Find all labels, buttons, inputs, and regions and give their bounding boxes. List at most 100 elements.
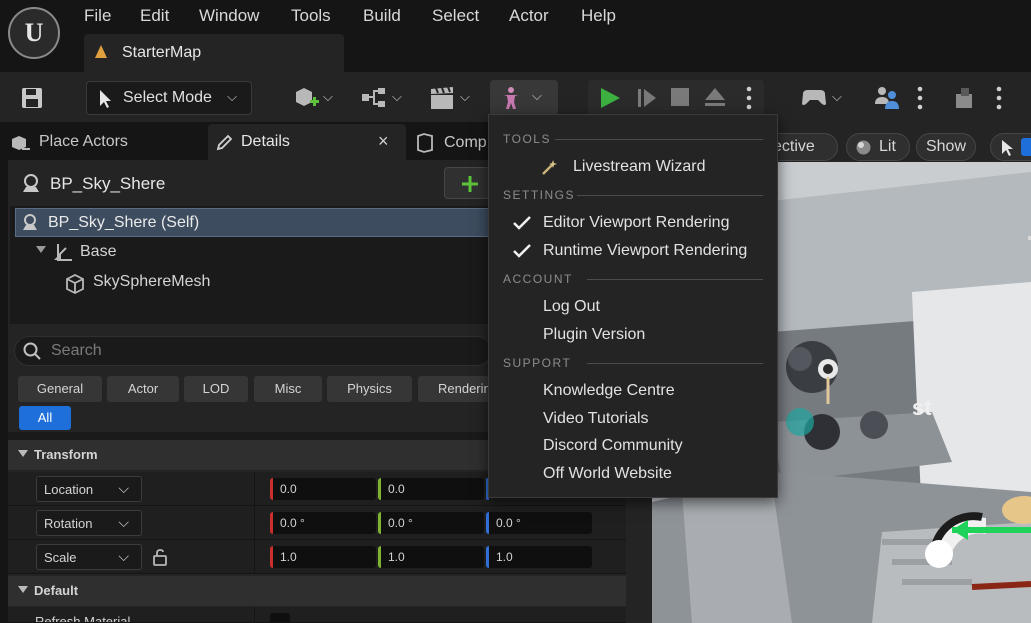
plus-icon: [462, 176, 478, 192]
menu-item-plugin-version[interactable]: Plugin Version: [493, 321, 775, 349]
stop-icon[interactable]: [670, 87, 690, 107]
tab-components[interactable]: Comp: [414, 126, 488, 160]
location-y-field[interactable]: 0.0: [378, 478, 484, 500]
tree-item-base[interactable]: Base: [36, 242, 336, 266]
filter-rendering-button[interactable]: Renderin: [418, 376, 490, 402]
menu-build[interactable]: Build: [363, 6, 401, 26]
add-component-button[interactable]: [444, 167, 490, 199]
rotation-x-field[interactable]: 0.0 °: [270, 512, 376, 534]
rotation-mode-dropdown[interactable]: Rotation ⌵: [36, 510, 142, 536]
view-mode-lit-button[interactable]: Lit: [846, 133, 910, 161]
transform-tools: [990, 133, 1031, 161]
menu-item-livestream-wizard[interactable]: Livestream Wizard: [493, 153, 775, 181]
menu-edit[interactable]: Edit: [140, 6, 169, 26]
source-control-icon[interactable]: [953, 86, 979, 110]
property-row-scale: Scale ⌵ 1.0 1.0 1.0: [8, 540, 626, 574]
platforms-icon[interactable]: [800, 86, 828, 108]
section-default[interactable]: Default: [8, 576, 626, 606]
section-default-label: Default: [34, 583, 79, 598]
menu-item-runtime-viewport-rendering[interactable]: Runtime Viewport Rendering: [493, 237, 775, 265]
section-rule: [587, 363, 763, 364]
menu-tools[interactable]: Tools: [291, 6, 331, 26]
unreal-logo-icon[interactable]: U: [8, 7, 60, 59]
play-icon[interactable]: [598, 86, 622, 110]
menu-select[interactable]: Select: [432, 6, 479, 26]
cursor-icon[interactable]: [999, 139, 1015, 157]
plugin-version-label: Plugin Version: [543, 326, 646, 343]
tools-section-header: TOOLS: [503, 132, 551, 146]
column-divider: [254, 540, 255, 574]
refresh-material-checkbox[interactable]: [270, 613, 290, 622]
filter-misc-button[interactable]: Misc: [254, 376, 322, 402]
menu-file[interactable]: File: [84, 6, 111, 26]
column-divider: [254, 506, 255, 540]
menu-item-off-world-website[interactable]: Off World Website: [493, 460, 775, 488]
rotation-y-field[interactable]: 0.0 °: [378, 512, 484, 534]
level-tab-label: StarterMap: [122, 44, 202, 61]
chevron-down-icon[interactable]: ⌵: [832, 89, 842, 105]
select-mode-label: Select Mode: [123, 89, 212, 106]
tree-item-label: SkySphereMesh: [93, 273, 211, 290]
blueprint-icon[interactable]: [360, 86, 388, 110]
details-search[interactable]: [14, 336, 492, 366]
menu-help[interactable]: Help: [581, 6, 616, 26]
scale-mode-dropdown[interactable]: Scale ⌵: [36, 544, 142, 570]
menu-item-video-tutorials[interactable]: Video Tutorials: [493, 405, 775, 433]
unlock-icon[interactable]: [151, 548, 169, 566]
show-flags-button[interactable]: Show: [916, 133, 976, 161]
location-label: Location: [44, 482, 94, 497]
tree-item-self[interactable]: BP_Sky_Shere (Self): [15, 208, 490, 237]
advance-frame-icon[interactable]: [636, 86, 658, 110]
scale-y-field[interactable]: 1.0: [378, 546, 484, 568]
filter-all-button[interactable]: All: [19, 406, 71, 430]
checkmark-icon: [513, 244, 531, 258]
tree-item-skyspheremesh[interactable]: SkySphereMesh: [64, 272, 364, 296]
menu-item-log-out[interactable]: Log Out: [493, 293, 775, 321]
tree-item-label: Base: [80, 243, 117, 260]
tab-details[interactable]: Details ×: [208, 124, 406, 160]
level-tab[interactable]: StarterMap: [84, 34, 344, 72]
filter-general-button[interactable]: General: [18, 376, 102, 402]
add-actor-icon[interactable]: [292, 84, 320, 112]
settings-section-header: SETTINGS: [503, 188, 576, 202]
chevron-down-icon[interactable]: ⌵: [460, 89, 470, 105]
livestream-dropdown-menu: TOOLS Livestream Wizard SETTINGS Editor …: [488, 114, 778, 498]
chevron-down-icon[interactable]: ⌵: [323, 89, 333, 105]
collapse-arrow-icon: [18, 450, 28, 457]
more-options-icon[interactable]: [745, 85, 753, 111]
location-mode-dropdown[interactable]: Location ⌵: [36, 476, 142, 502]
eject-icon[interactable]: [703, 86, 727, 108]
save-icon[interactable]: [20, 86, 44, 110]
chevron-down-icon[interactable]: ⌵: [392, 89, 402, 105]
scale-z-field[interactable]: 1.0: [486, 546, 592, 568]
more-options-icon[interactable]: [916, 85, 924, 111]
menu-item-editor-viewport-rendering[interactable]: Editor Viewport Rendering: [493, 209, 775, 237]
menu-item-discord-community[interactable]: Discord Community: [493, 432, 775, 460]
translate-mode-button[interactable]: [1021, 138, 1031, 156]
section-transform-label: Transform: [34, 447, 98, 462]
scale-x-field[interactable]: 1.0: [270, 546, 376, 568]
chevron-down-icon: ⌵: [227, 89, 237, 104]
select-mode-dropdown[interactable]: Select Mode ⌵: [86, 81, 252, 115]
menu-actor[interactable]: Actor: [509, 6, 549, 26]
filter-actor-button[interactable]: Actor: [107, 376, 179, 402]
cinematics-icon[interactable]: [428, 85, 456, 111]
mannequin-icon: [504, 87, 518, 109]
menu-window[interactable]: Window: [199, 6, 259, 26]
tab-place-actors[interactable]: Place Actors: [8, 126, 204, 160]
scene-sign-text: st: [912, 395, 932, 420]
location-x-field[interactable]: 0.0: [270, 478, 376, 500]
rotation-z-field[interactable]: 0.0 °: [486, 512, 592, 534]
search-input[interactable]: [51, 341, 471, 361]
components-icon: [417, 133, 433, 153]
discord-community-label: Discord Community: [543, 437, 683, 454]
livestream-plugin-button[interactable]: ⌵: [490, 80, 558, 116]
close-icon[interactable]: ×: [378, 131, 389, 152]
collapse-arrow-icon[interactable]: [36, 246, 46, 253]
section-rule: [577, 195, 763, 196]
filter-lod-button[interactable]: LOD: [184, 376, 248, 402]
more-options-icon[interactable]: [995, 85, 1003, 111]
multi-user-icon[interactable]: [873, 84, 901, 112]
menu-item-knowledge-centre[interactable]: Knowledge Centre: [493, 377, 775, 405]
filter-physics-button[interactable]: Physics: [327, 376, 412, 402]
